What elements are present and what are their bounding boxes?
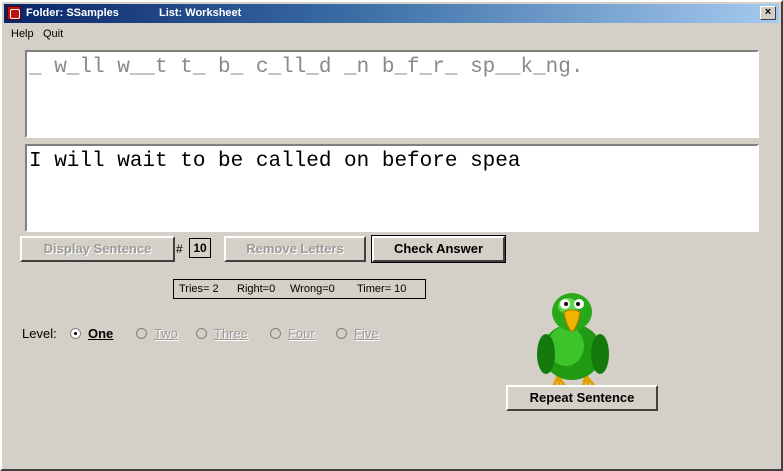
check-answer-button[interactable]: Check Answer <box>371 235 506 263</box>
level-four-radio[interactable] <box>270 328 281 339</box>
remove-letters-button[interactable]: Remove Letters <box>224 236 366 262</box>
list-title: List: Worksheet <box>159 7 242 19</box>
stat-right: Right=0 <box>237 283 276 295</box>
level-one-radio[interactable] <box>70 328 81 339</box>
title-bar[interactable]: Folder: SSamples List: Worksheet × <box>4 4 779 23</box>
level-three-label[interactable]: Three <box>214 326 248 341</box>
puzzle-sentence-box: _ w_ll w__t t_ b_ c_ll_d _n b_f_r_ sp__k… <box>25 50 759 138</box>
number-sign: # <box>176 242 183 256</box>
menu-quit[interactable]: Quit <box>43 28 63 40</box>
display-sentence-button[interactable]: Display Sentence <box>20 236 175 262</box>
level-three-radio[interactable] <box>196 328 207 339</box>
repeat-sentence-button[interactable]: Repeat Sentence <box>506 385 658 411</box>
stats-panel: Tries= 2 Right=0 Wrong=0 Timer= 10 <box>173 279 426 299</box>
app-window: Folder: SSamples List: Worksheet × Help … <box>0 0 783 471</box>
menu-bar: Help Quit <box>4 25 779 43</box>
stat-tries: Tries= 2 <box>179 283 219 295</box>
menu-help[interactable]: Help <box>11 28 34 40</box>
level-label: Level: <box>22 326 57 341</box>
stat-wrong: Wrong=0 <box>290 283 335 295</box>
level-five-radio[interactable] <box>336 328 347 339</box>
level-two-radio[interactable] <box>136 328 147 339</box>
puzzle-sentence: _ w_ll w__t t_ b_ c_ll_d _n b_f_r_ sp__k… <box>29 56 584 79</box>
level-two-label[interactable]: Two <box>154 326 178 341</box>
level-one-label[interactable]: One <box>88 326 113 341</box>
answer-input[interactable]: I will wait to be called on before spea <box>25 144 759 232</box>
level-four-label[interactable]: Four <box>288 326 315 341</box>
close-button[interactable]: × <box>760 6 776 20</box>
folder-title: Folder: SSamples <box>26 7 119 19</box>
stat-timer: Timer= 10 <box>357 283 407 295</box>
answer-text: I will wait to be called on before spea <box>29 150 521 173</box>
number-field[interactable]: 10 <box>189 238 211 258</box>
level-five-label[interactable]: Five <box>354 326 379 341</box>
parrot-icon <box>537 293 609 393</box>
app-icon[interactable] <box>7 6 21 20</box>
